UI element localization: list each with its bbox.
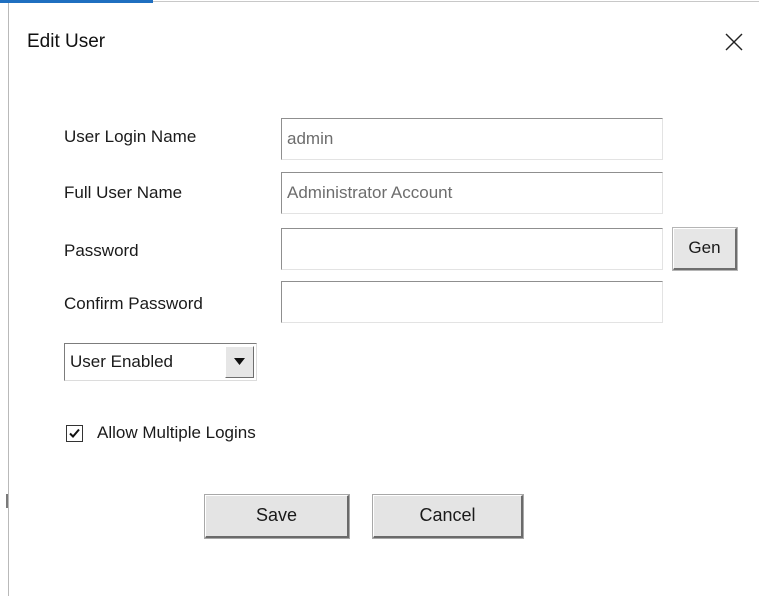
close-button[interactable] xyxy=(721,29,747,55)
allow-multiple-logins-label[interactable]: Allow Multiple Logins xyxy=(97,422,256,444)
dropdown-arrow-button[interactable] xyxy=(225,346,254,378)
window-top-border xyxy=(153,1,759,2)
allow-multiple-logins-checkbox[interactable] xyxy=(66,425,83,442)
window-accent-bar xyxy=(0,0,153,3)
checkmark-icon xyxy=(69,428,80,438)
password-field-box xyxy=(281,228,663,270)
edit-user-dialog: Edit User User Login Name Full User Name… xyxy=(0,0,759,596)
cancel-button[interactable]: Cancel xyxy=(373,495,523,538)
confirm-password-field-box xyxy=(281,281,663,323)
generate-password-button[interactable]: Gen xyxy=(673,228,737,270)
password-input[interactable] xyxy=(286,229,657,269)
login-name-input[interactable] xyxy=(286,119,657,159)
window-left-border xyxy=(8,3,9,596)
full-name-input[interactable] xyxy=(286,173,657,213)
confirm-password-input[interactable] xyxy=(286,282,657,322)
window-edge-marker xyxy=(6,494,8,508)
save-button[interactable]: Save xyxy=(205,495,349,538)
dialog-title: Edit User xyxy=(27,31,106,52)
close-icon xyxy=(725,33,743,51)
confirm-password-label: Confirm Password xyxy=(64,294,203,313)
full-name-field-box xyxy=(281,172,663,214)
login-name-field-box xyxy=(281,118,663,160)
chevron-down-icon xyxy=(234,358,245,365)
user-status-value: User Enabled xyxy=(70,352,174,371)
full-name-label: Full User Name xyxy=(64,183,183,202)
user-status-select[interactable]: User Enabled xyxy=(64,343,257,381)
login-name-label: User Login Name xyxy=(64,127,197,146)
password-label: Password xyxy=(64,241,139,260)
